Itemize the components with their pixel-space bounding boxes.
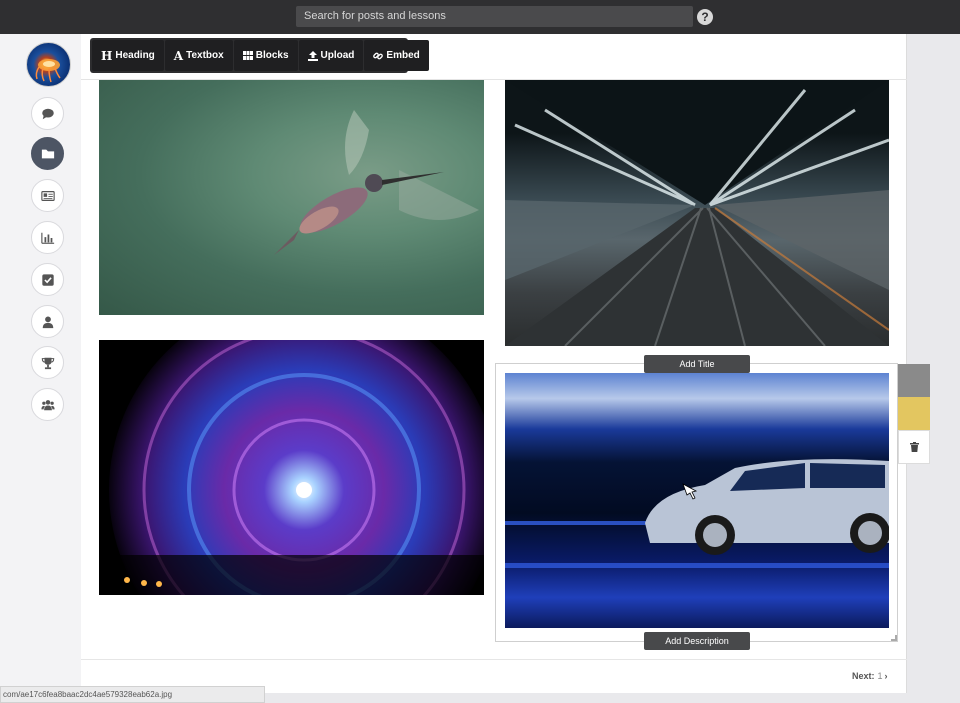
- delete-button[interactable]: [898, 430, 930, 464]
- heading-button[interactable]: H Heading: [92, 40, 164, 71]
- sidebar-item-profile[interactable]: [31, 305, 64, 338]
- next-label: Next:: [852, 671, 875, 681]
- top-bar: Search for posts and lessons ?: [0, 0, 960, 34]
- user-icon: [42, 315, 53, 328]
- checkbox-icon: [41, 273, 54, 286]
- bar-chart-icon: [40, 232, 54, 244]
- trash-icon: [909, 442, 919, 452]
- blocks-label: Blocks: [255, 50, 289, 61]
- selected-image-frame: [495, 363, 898, 642]
- embed-button[interactable]: Embed: [364, 40, 429, 71]
- next-page-number[interactable]: 1: [878, 671, 883, 681]
- gray-color-swatch[interactable]: [898, 364, 930, 397]
- chat-icon: [41, 108, 54, 119]
- sidebar-item-groups[interactable]: [31, 388, 64, 421]
- sidebar-item-stats[interactable]: [31, 221, 64, 254]
- heading-label: Heading: [115, 50, 155, 61]
- divider: [81, 659, 907, 660]
- upload-button[interactable]: Upload: [298, 40, 364, 71]
- font-icon: A: [173, 48, 184, 63]
- help-icon[interactable]: ?: [697, 9, 713, 25]
- add-title-button[interactable]: Add Title: [644, 355, 750, 373]
- editor-toolbar: H Heading A Textbox Blocks Upload Embed: [90, 38, 429, 73]
- subway-image[interactable]: [505, 80, 889, 346]
- search-input[interactable]: Search for posts and lessons: [296, 6, 693, 27]
- folder-icon: [41, 149, 54, 158]
- add-description-button[interactable]: Add Description: [644, 632, 750, 650]
- status-bar-url: com/ae17c6fea8baac2dc4ae579328eab62a.jpg: [0, 686, 265, 703]
- yellow-color-swatch[interactable]: [898, 397, 930, 430]
- sidebar-item-chat[interactable]: [31, 97, 64, 130]
- upload-label: Upload: [320, 50, 355, 61]
- users-icon: [40, 399, 55, 410]
- id-card-icon: [40, 190, 55, 201]
- textbox-label: Textbox: [186, 50, 224, 61]
- trophy-icon: [41, 357, 54, 369]
- heading-icon: H: [101, 48, 113, 63]
- pagination-next[interactable]: Next: 1 ›: [852, 671, 888, 681]
- resize-handle[interactable]: [891, 635, 897, 641]
- sidebar-item-card[interactable]: [31, 179, 64, 212]
- link-icon: [373, 52, 384, 59]
- hummingbird-image[interactable]: [99, 80, 484, 315]
- chevron-right-icon[interactable]: ›: [885, 671, 888, 681]
- embed-label: Embed: [386, 50, 420, 61]
- textbox-button[interactable]: A Textbox: [164, 40, 233, 71]
- grid-icon: [242, 51, 253, 60]
- ferris-wheel-image[interactable]: [99, 340, 484, 595]
- sidebar-item-folder[interactable]: [31, 137, 64, 170]
- sidebar-item-tasks[interactable]: [31, 263, 64, 296]
- avatar[interactable]: [26, 42, 71, 87]
- blocks-button[interactable]: Blocks: [233, 40, 298, 71]
- sidebar-item-achievements[interactable]: [31, 346, 64, 379]
- upload-icon: [307, 50, 318, 61]
